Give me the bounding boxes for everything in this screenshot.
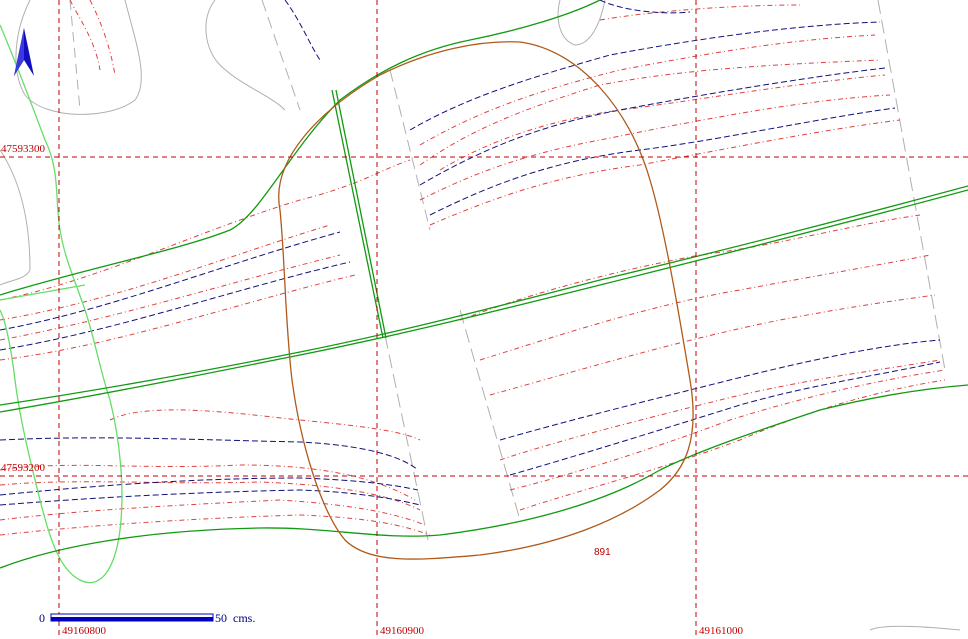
grid-y-label-1: 47593300 — [1, 143, 46, 155]
map-canvas[interactable]: 47593300 47593200 49160800 49160900 4916… — [0, 0, 968, 639]
road-spur — [331, 89, 384, 339]
gray-line-b — [389, 69, 431, 231]
grid-y-label-2: 47593200 — [1, 462, 46, 474]
stream — [0, 24, 123, 584]
parcel-label: 891 — [594, 547, 611, 558]
grid-x-label-1: 49160800 — [62, 625, 107, 637]
gray-line-d — [459, 309, 521, 521]
road-top — [0, 0, 601, 296]
road-spur-2 — [335, 89, 387, 339]
gray-line-f — [69, 0, 81, 111]
gray-left-edge — [0, 149, 31, 286]
grid-x-label-2: 49160900 — [380, 625, 425, 637]
scale-bar: 0 50 cms. — [39, 611, 255, 625]
gray-blob-top-center — [205, 0, 286, 111]
gray-road-outline — [869, 625, 961, 631]
scale-bar-fill — [51, 617, 213, 621]
parcel-boundary[interactable] — [278, 41, 694, 560]
gray-line-e — [877, 0, 946, 371]
road-middle-2 — [0, 185, 968, 406]
contours-red — [0, 0, 946, 536]
north-arrow-icon — [14, 28, 34, 76]
map-view[interactable]: 47593300 47593200 49160800 49160900 4916… — [0, 0, 968, 639]
coordinate-grid — [0, 0, 968, 639]
gray-line-a — [261, 0, 301, 111]
scale-start-label: 0 — [39, 611, 45, 625]
gray-line-c — [384, 334, 429, 541]
grid-x-label-3: 49161000 — [699, 625, 744, 637]
gray-blob-top-right — [557, 0, 606, 46]
scale-end-label: 50 — [215, 611, 227, 625]
scale-unit-label: cms. — [233, 611, 255, 625]
